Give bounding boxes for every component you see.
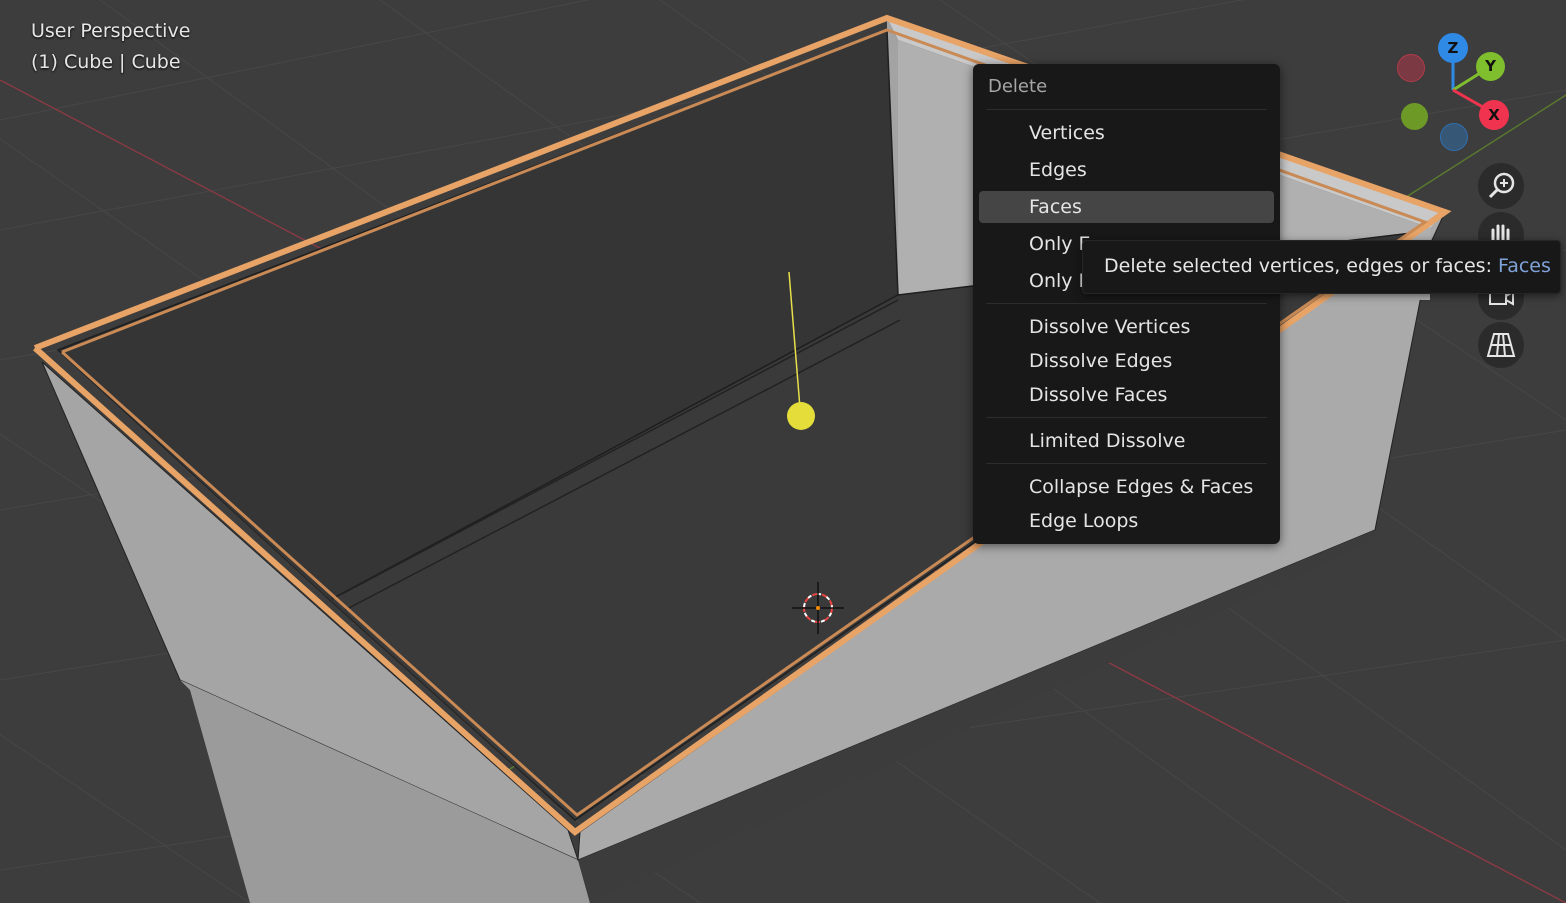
light-object[interactable]: [787, 402, 815, 430]
menu-item-vertices[interactable]: Vertices: [979, 117, 1274, 149]
tooltip-content: Delete selected vertices, edges or faces…: [1104, 241, 1551, 291]
gizmo-neg-y-axis[interactable]: [1401, 103, 1428, 130]
tooltip: Delete selected vertices, edges or faces…: [1082, 240, 1561, 294]
menu-separator: [986, 109, 1267, 110]
menu-separator: [986, 417, 1267, 418]
menu-item-label: Faces: [1029, 196, 1082, 218]
menu-item-limited-dissolve[interactable]: Limited Dissolve: [979, 425, 1274, 457]
menu-separator: [986, 463, 1267, 464]
menu-item-faces[interactable]: Faces: [979, 191, 1274, 223]
tooltip-description: Delete selected vertices, edges or faces…: [1104, 255, 1492, 277]
gizmo-neg-z-axis[interactable]: [1440, 123, 1468, 151]
active-object-label: (1) Cube | Cube: [31, 51, 181, 73]
view-perspective-label: User Perspective: [31, 20, 191, 42]
menu-item-edges[interactable]: Edges: [979, 154, 1274, 186]
gizmo-x-axis[interactable]: X: [1479, 100, 1509, 130]
menu-item-dissolve-vertices[interactable]: Dissolve Vertices: [979, 311, 1274, 343]
gizmo-y-label: Y: [1485, 57, 1496, 75]
menu-item-label: Dissolve Vertices: [1029, 316, 1191, 338]
menu-item-collapse-edges-faces[interactable]: Collapse Edges & Faces: [979, 471, 1274, 503]
gizmo-x-label: X: [1488, 106, 1500, 124]
menu-item-label: Collapse Edges & Faces: [1029, 476, 1254, 498]
zoom-button[interactable]: [1478, 163, 1524, 209]
zoom-icon: [1488, 172, 1515, 199]
menu-item-dissolve-edges[interactable]: Dissolve Edges: [979, 345, 1274, 377]
gizmo-z-label: Z: [1447, 39, 1459, 57]
menu-item-label: Edges: [1029, 159, 1087, 181]
tooltip-value: Faces: [1498, 255, 1551, 277]
gizmo-y-axis[interactable]: Y: [1476, 52, 1505, 81]
menu-item-label: Only F: [1029, 270, 1090, 292]
menu-item-dissolve-faces[interactable]: Dissolve Faces: [979, 379, 1274, 411]
delete-menu[interactable]: Delete Vertices Edges Faces Only E Only …: [973, 64, 1280, 544]
perspective-grid-icon: [1486, 333, 1516, 357]
menu-item-label: Dissolve Edges: [1029, 350, 1173, 372]
perspective-toggle-button[interactable]: [1478, 322, 1524, 368]
menu-item-label: Limited Dissolve: [1029, 430, 1186, 452]
menu-separator: [986, 303, 1267, 304]
3d-viewport[interactable]: User Perspective (1) Cube | Cube Z Y X D…: [0, 0, 1566, 903]
menu-item-label: Edge Loops: [1029, 510, 1139, 532]
menu-item-label: Vertices: [1029, 122, 1105, 144]
menu-title: Delete: [988, 76, 1048, 97]
gizmo-z-axis[interactable]: Z: [1438, 33, 1468, 63]
viewport-scene: [0, 0, 1566, 903]
menu-item-edge-loops[interactable]: Edge Loops: [979, 505, 1274, 537]
menu-item-label: Dissolve Faces: [1029, 384, 1168, 406]
gizmo-neg-x-axis[interactable]: [1397, 54, 1425, 82]
